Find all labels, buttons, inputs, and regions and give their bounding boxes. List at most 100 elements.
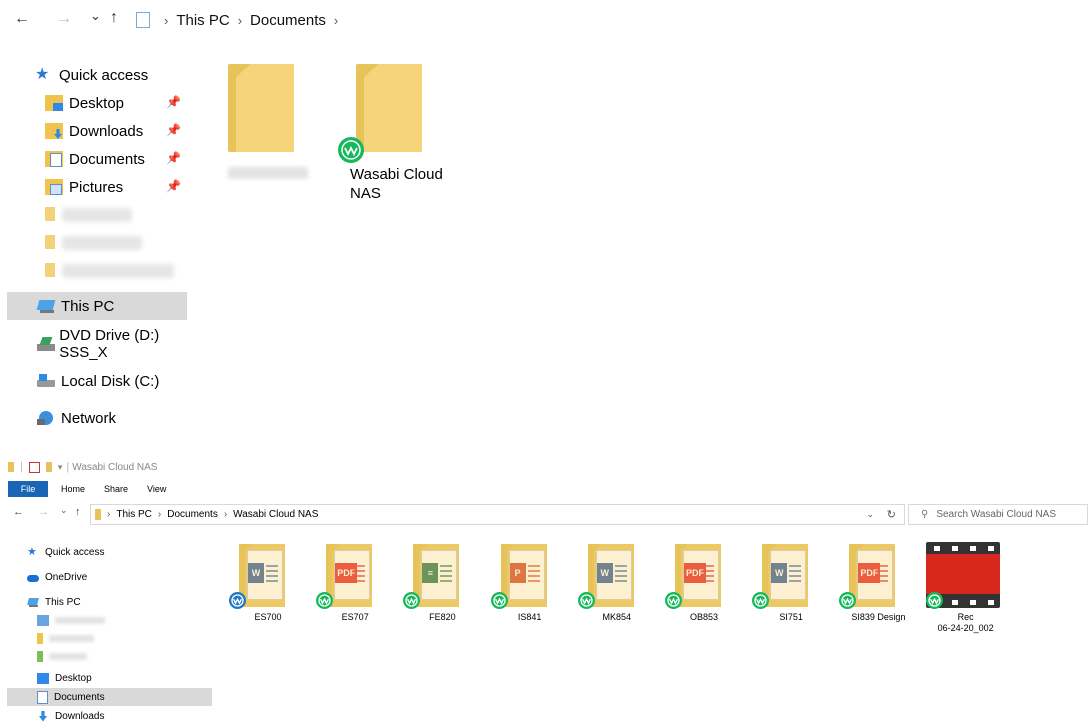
file-item[interactable]: PDF OB853 (664, 540, 744, 640)
wasabi-sync-icon (839, 592, 857, 609)
sidebar-item-desktop[interactable]: Desktop (7, 669, 212, 687)
downloads-icon (37, 710, 49, 722)
sidebar-item-network[interactable]: Network (7, 404, 187, 432)
wasabi-sync-icon (316, 592, 334, 609)
hard-drive-icon (37, 373, 55, 389)
file-item[interactable]: PDF SI839 Design (838, 540, 918, 640)
pin-icon[interactable]: 📌 (166, 151, 181, 165)
forward-button[interactable]: → (38, 506, 49, 518)
customize-dropdown-icon[interactable]: ▾ (58, 462, 63, 473)
sidebar-quick-access[interactable]: ★ Quick access (7, 543, 212, 561)
sidebar-label: Local Disk (C:) (61, 372, 160, 390)
downloads-folder-icon (45, 123, 63, 139)
sidebar-item-blurred[interactable] (7, 629, 212, 647)
back-button[interactable]: ← (13, 506, 24, 518)
ribbon-tab-home[interactable]: Home (61, 484, 85, 494)
up-button[interactable]: ↑ (110, 9, 118, 27)
breadcrumb-separator: › (237, 12, 243, 28)
folder-item-wasabi-cloud-nas[interactable] (356, 64, 434, 164)
folder-icon-front (245, 544, 285, 607)
forward-button[interactable]: → (56, 10, 72, 28)
back-button[interactable]: ← (14, 10, 30, 28)
blurred-folder-icon (45, 207, 55, 221)
file-label: Rec 06-24-20_002 (937, 612, 994, 633)
blurred-item-icon (37, 632, 43, 644)
sidebar-item-pictures[interactable]: Pictures 📌 (7, 173, 187, 201)
breadcrumb-this-pc[interactable]: This PC (176, 12, 229, 29)
blurred-item[interactable] (62, 264, 174, 278)
search-box[interactable]: ⚲ Search Wasabi Cloud NAS (908, 504, 1088, 525)
wasabi-sync-icon (338, 137, 364, 163)
file-item[interactable]: W SI751 (751, 540, 831, 640)
properties-icon[interactable] (28, 461, 40, 473)
pin-icon[interactable]: 📌 (166, 95, 181, 109)
file-item[interactable]: W MK854 (577, 540, 657, 640)
blurred-item[interactable] (62, 208, 132, 222)
file-item[interactable]: P IS841 (490, 540, 570, 640)
separator: | (66, 461, 70, 473)
quick-access-toolbar: | ▾ | Wasabi Cloud NAS (8, 461, 157, 473)
sidebar-item-this-pc[interactable]: This PC (7, 593, 212, 611)
film-sprocket (987, 546, 994, 551)
blurred-item[interactable] (62, 236, 142, 250)
address-bar[interactable]: › This PC › Documents › Wasabi Cloud NAS… (90, 504, 905, 525)
breadcrumb-documents[interactable]: Documents (167, 509, 218, 520)
file-label: ES707 (341, 612, 369, 622)
file-item[interactable]: W ES700 (228, 540, 308, 640)
file-label: SI751 (779, 612, 803, 622)
sync-pending-icon (229, 592, 246, 609)
breadcrumb-separator: › (333, 12, 339, 28)
sidebar-label: Documents (69, 150, 145, 168)
blurred-item-icon (37, 614, 49, 626)
search-input[interactable]: Search Wasabi Cloud NAS (936, 509, 1056, 520)
file-item[interactable]: Rec 06-24-20_002 (925, 540, 1006, 640)
sidebar-item-blurred[interactable] (7, 647, 212, 665)
address-bar[interactable]: › This PC › Documents › (136, 9, 648, 31)
sidebar-item-desktop[interactable]: Desktop 📌 (7, 89, 187, 117)
network-icon (37, 410, 55, 426)
breadcrumb-documents[interactable]: Documents (250, 12, 326, 29)
sidebar-item-documents[interactable]: Documents 📌 (7, 145, 187, 173)
recent-locations-button[interactable]: ⌄ (60, 505, 68, 516)
documents-icon (37, 690, 48, 704)
sidebar-label: Desktop (55, 672, 92, 684)
film-sprocket (951, 546, 958, 551)
folder-icon-front (855, 544, 896, 607)
documents-folder-icon (45, 151, 63, 167)
sidebar-item-local-disk[interactable]: Local Disk (C:) (7, 367, 187, 395)
pin-icon[interactable]: 📌 (166, 123, 181, 137)
recent-locations-button[interactable]: ⌄ (90, 8, 101, 24)
file-label: MK854 (602, 612, 632, 622)
file-item[interactable]: ≡ FE820 (402, 540, 482, 640)
sidebar-item-downloads[interactable]: Downloads (7, 707, 212, 725)
folder-icon-front (681, 544, 721, 607)
new-folder-icon[interactable] (45, 462, 52, 472)
up-button[interactable]: ↑ (75, 506, 81, 518)
sidebar-quick-access[interactable]: ★ Quick access (7, 61, 187, 89)
breadcrumb-wasabi-cloud-nas[interactable]: Wasabi Cloud NAS (233, 509, 318, 520)
sidebar-item-dvd-drive[interactable]: DVD Drive (D:) SSS_X (7, 327, 197, 361)
sidebar-item-documents[interactable]: Documents (7, 688, 212, 706)
file-item[interactable]: PDF ES707 (315, 540, 395, 640)
breadcrumb-separator: › (157, 509, 162, 520)
ribbon-tab-view[interactable]: View (147, 484, 166, 494)
breadcrumb-this-pc[interactable]: This PC (116, 509, 152, 520)
ribbon-tab-share[interactable]: Share (104, 484, 128, 494)
wasabi-sync-icon (490, 592, 508, 609)
wasabi-sync-icon (925, 592, 943, 609)
refresh-icon[interactable]: ↻ (887, 508, 896, 521)
address-dropdown-icon[interactable]: ⌄ (866, 509, 874, 520)
pin-icon[interactable]: 📌 (166, 179, 181, 193)
blurred-item-icon (37, 650, 43, 662)
breadcrumb-separator: › (107, 509, 111, 520)
film-sprocket (951, 600, 958, 605)
desktop-folder-icon (45, 95, 63, 111)
sidebar-item-onedrive[interactable]: OneDrive (7, 568, 212, 586)
sidebar-item-downloads[interactable]: Downloads 📌 (7, 117, 187, 145)
file-label: SI839 Design (851, 612, 906, 622)
blurred-label (49, 634, 94, 642)
sidebar-item-blurred[interactable] (7, 611, 212, 629)
folder-icon-front (768, 544, 809, 607)
folder-item-blurred[interactable] (228, 64, 306, 164)
sidebar-item-this-pc[interactable]: This PC (7, 292, 187, 320)
